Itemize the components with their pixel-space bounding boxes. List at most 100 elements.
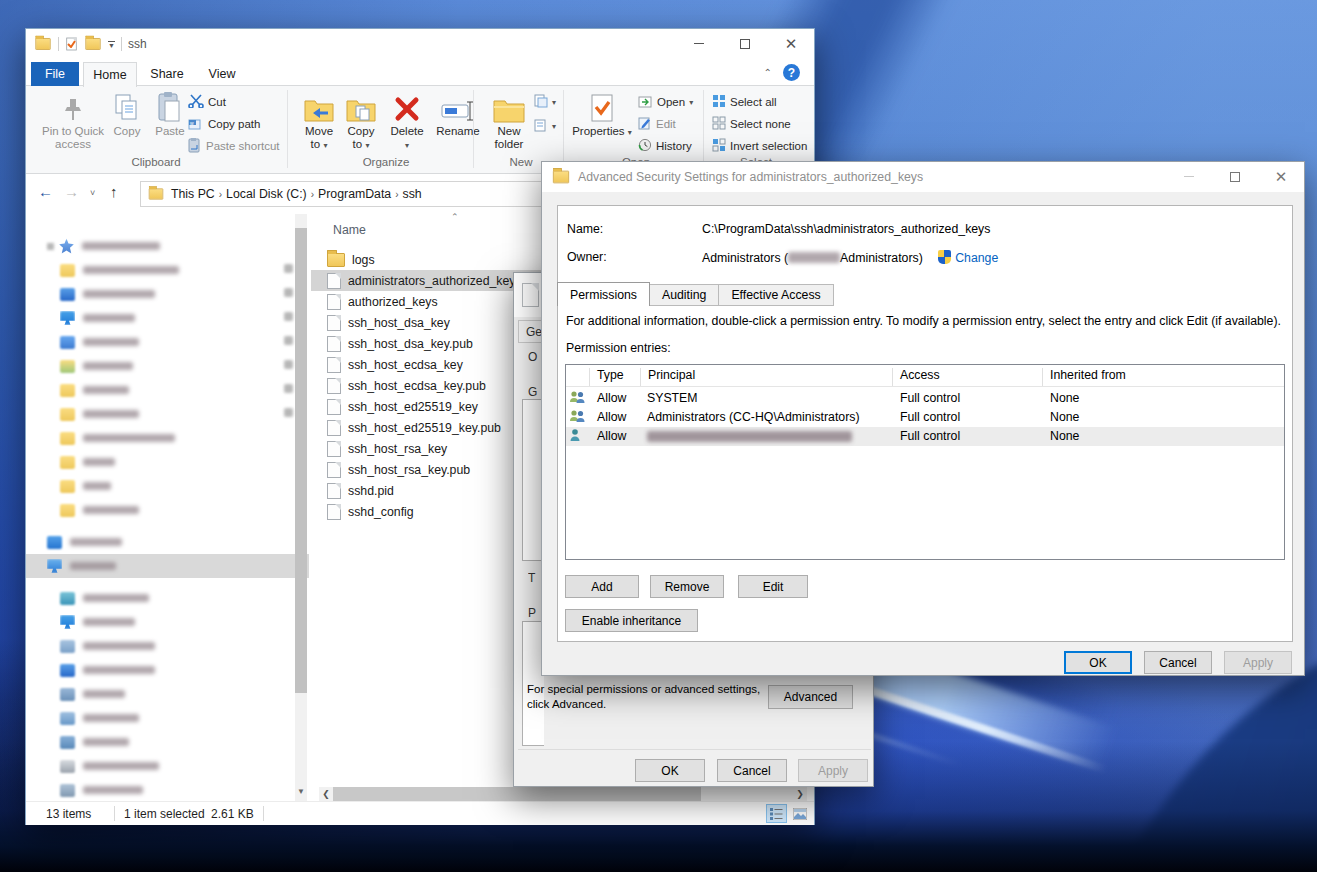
adv-cancel-button[interactable]: Cancel: [1144, 651, 1212, 674]
advanced-button[interactable]: Advanced: [768, 685, 853, 709]
nav-item[interactable]: [60, 588, 149, 608]
breadcrumb-This PC[interactable]: This PC: [171, 187, 215, 201]
minimize-button[interactable]: [676, 29, 722, 58]
nav-item[interactable]: [60, 476, 111, 496]
tab-home[interactable]: Home: [83, 62, 137, 87]
help-icon[interactable]: ?: [783, 64, 800, 81]
nav-item[interactable]: [60, 260, 179, 280]
nav-item[interactable]: [60, 708, 139, 728]
breadcrumb-separator[interactable]: ›: [217, 189, 224, 200]
pin-to-quick-access-button[interactable]: Pin to Quick access: [40, 89, 106, 151]
qat-newfolder-icon[interactable]: [85, 38, 100, 50]
adv-minimize-button[interactable]: [1166, 162, 1212, 191]
breadcrumb-ProgramData[interactable]: ProgramData: [318, 187, 391, 201]
breadcrumb-separator[interactable]: ›: [309, 189, 316, 200]
forward-button[interactable]: →: [64, 183, 79, 200]
scroll-right-icon[interactable]: ❯: [793, 789, 807, 799]
paste-button[interactable]: Paste: [150, 89, 190, 138]
nav-item[interactable]: [60, 636, 155, 656]
nav-item[interactable]: [47, 532, 122, 552]
column-header-name[interactable]: Name: [333, 223, 366, 237]
nav-item[interactable]: [60, 428, 175, 448]
select-all-button[interactable]: Select all: [712, 94, 777, 110]
enable-inheritance-button[interactable]: Enable inheritance: [565, 609, 698, 632]
nav-item[interactable]: [60, 404, 139, 424]
column-header-access[interactable]: Access: [900, 368, 940, 382]
nav-item[interactable]: [60, 756, 159, 776]
nav-item[interactable]: [60, 356, 133, 376]
add-button[interactable]: Add: [565, 575, 639, 598]
props-cancel-button[interactable]: Cancel: [717, 759, 787, 782]
tab-view[interactable]: View: [197, 62, 247, 86]
qat-customize-icon[interactable]: ▼: [108, 41, 115, 48]
adv-close-button[interactable]: ✕: [1258, 162, 1304, 191]
history-button[interactable]: History: [638, 138, 692, 154]
easy-access-button[interactable]: ▾: [534, 118, 556, 134]
column-header-type[interactable]: Type: [597, 368, 624, 382]
breadcrumb-Local Disk (C:)[interactable]: Local Disk (C:): [226, 187, 307, 201]
back-button[interactable]: ←: [38, 183, 53, 200]
properties-button[interactable]: Properties ▾: [571, 89, 633, 139]
move-to-button[interactable]: Move to ▾: [300, 89, 338, 152]
edit-button[interactable]: Edit: [638, 116, 676, 132]
nav-item[interactable]: [60, 284, 155, 304]
nav-item[interactable]: [60, 660, 155, 680]
cut-button[interactable]: Cut: [188, 94, 226, 110]
nav-item[interactable]: [60, 380, 129, 400]
adv-apply-button[interactable]: Apply: [1224, 651, 1292, 674]
new-folder-button[interactable]: New folder: [484, 89, 534, 151]
rename-button[interactable]: Rename: [430, 89, 486, 138]
adv-tab-permissions[interactable]: Permissions: [557, 282, 650, 306]
copy-to-button[interactable]: Copy to ▾: [342, 89, 380, 152]
new-item-button[interactable]: ▾: [534, 94, 556, 110]
recent-locations-icon[interactable]: ˅: [90, 188, 95, 198]
horizontal-scrollbar[interactable]: ❮ ❯: [319, 787, 807, 801]
adv-tab-auditing[interactable]: Auditing: [649, 284, 719, 306]
up-button[interactable]: ↑: [110, 183, 118, 200]
open-button[interactable]: Open ▾: [638, 94, 693, 110]
nav-item[interactable]: [60, 780, 143, 800]
nav-item[interactable]: [60, 732, 129, 752]
props-ok-button[interactable]: OK: [635, 759, 705, 782]
tab-file[interactable]: File: [31, 62, 79, 86]
permission-row-3[interactable]: AllowFull controlNone: [566, 427, 1284, 446]
props-apply-button[interactable]: Apply: [798, 759, 868, 782]
adv-maximize-button[interactable]: [1212, 162, 1258, 191]
adv-ok-button[interactable]: OK: [1064, 651, 1132, 674]
close-button[interactable]: ✕: [768, 29, 814, 58]
breadcrumb-ssh[interactable]: ssh: [403, 187, 422, 201]
edit-button-adv[interactable]: Edit: [738, 575, 808, 598]
nav-item[interactable]: [60, 452, 115, 472]
nav-item[interactable]: [47, 556, 116, 576]
sort-ascending-icon: ⌃: [451, 212, 459, 222]
column-header-inherited-from[interactable]: Inherited from: [1050, 368, 1126, 382]
nav-scroll-down-icon[interactable]: ▼: [297, 787, 305, 796]
adv-tab-effective-access[interactable]: Effective Access: [718, 284, 833, 306]
nav-scrollbar[interactable]: [295, 214, 307, 801]
tab-share[interactable]: Share: [141, 62, 193, 86]
collapse-ribbon-icon[interactable]: ⌃: [764, 67, 772, 78]
remove-button[interactable]: Remove: [650, 575, 724, 598]
nav-item[interactable]: [60, 684, 125, 704]
delete-button[interactable]: Delete ▾: [388, 89, 426, 152]
details-view-button[interactable]: [766, 804, 787, 823]
change-owner-link[interactable]: Change: [955, 251, 998, 265]
column-header-principal[interactable]: Principal: [648, 368, 695, 382]
copy-path-button[interactable]: w Copy path: [188, 116, 260, 132]
maximize-button[interactable]: [722, 29, 768, 58]
qat-properties-icon[interactable]: [65, 36, 78, 52]
nav-item[interactable]: [60, 332, 139, 352]
breadcrumb-separator[interactable]: ›: [393, 189, 400, 200]
nav-item[interactable]: [60, 500, 139, 520]
nav-item[interactable]: [60, 612, 135, 632]
thumbnail-view-button[interactable]: [789, 804, 810, 823]
permission-row-2[interactable]: AllowAdministrators (CC-HQ\Administrator…: [566, 408, 1284, 427]
paste-shortcut-button[interactable]: Paste shortcut: [188, 138, 280, 154]
copy-button[interactable]: Copy: [108, 89, 146, 138]
nav-item[interactable]: [47, 236, 160, 256]
select-none-button[interactable]: Select none: [712, 116, 791, 132]
permission-row-1[interactable]: AllowSYSTEMFull controlNone: [566, 389, 1284, 408]
nav-item[interactable]: [60, 308, 135, 328]
scroll-left-icon[interactable]: ❮: [319, 789, 333, 799]
invert-selection-button[interactable]: Invert selection: [712, 138, 807, 154]
